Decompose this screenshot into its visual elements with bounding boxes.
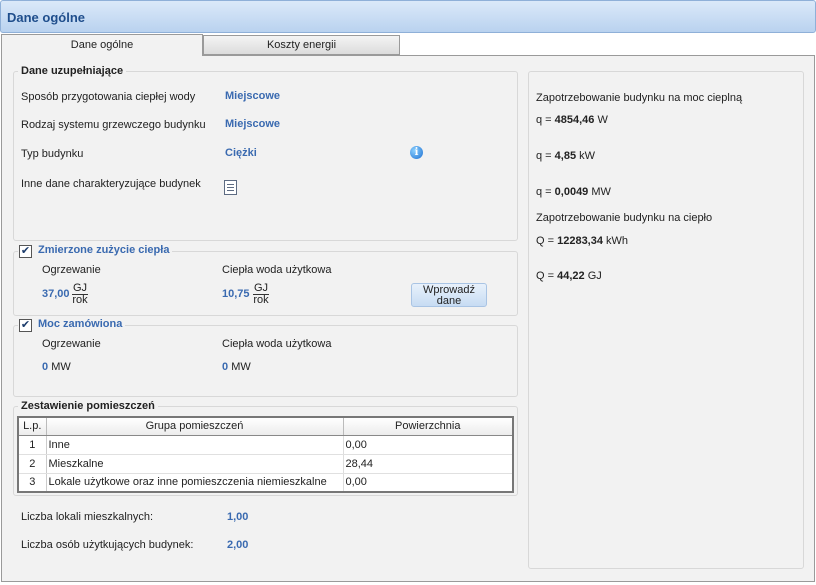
rooms-title: Zestawienie pomieszczeń	[18, 400, 158, 412]
row-lp: 1	[18, 435, 47, 455]
q-megawatts-value: 0,0049	[554, 186, 589, 198]
heating-system-label: Rodzaj systemu grzewczego budynku	[21, 119, 206, 131]
ordered-heating-label: Ogrzewanie	[42, 338, 101, 350]
measured-hot-water-label: Ciepła woda użytkowa	[222, 264, 332, 276]
window-title: Dane ogólne	[7, 10, 86, 25]
row-area: 0,00	[343, 473, 513, 493]
row-group: Lokale użytkowe oraz inne pomieszczenia …	[46, 473, 344, 493]
table-row[interactable]: 2 Mieszkalne 28,44	[18, 454, 513, 474]
dwellings-label: Liczba lokali mieszkalnych:	[21, 511, 154, 523]
Q-gj-value: 44,22	[557, 270, 585, 282]
measured-hot-water-unit: GJ rok	[253, 282, 270, 306]
q-megawatts-row: q = 0,0049 MW	[536, 186, 611, 198]
measured-checkbox[interactable]: ✔	[19, 245, 32, 258]
ordered-power-panel	[13, 325, 518, 397]
enter-data-button[interactable]: Wprowadź dane	[411, 283, 487, 307]
table-row[interactable]: 1 Inne 0,00	[18, 435, 513, 455]
q-watts-value: 4854,46	[554, 114, 595, 126]
row-group: Mieszkalne	[46, 454, 344, 474]
row-area: 0,00	[343, 435, 513, 455]
measured-title: Zmierzone zużycie ciepła	[38, 244, 170, 256]
persons-label: Liczba osób użytkujących budynek:	[21, 539, 194, 551]
row-group: Inne	[46, 435, 344, 455]
table-row[interactable]: 3 Lokale użytkowe oraz inne pomieszczeni…	[18, 473, 513, 493]
persons-value[interactable]: 2,00	[227, 539, 248, 551]
hot-water-prep-label: Sposób przygotowania ciepłej wody	[21, 91, 196, 103]
measured-heating-label: Ogrzewanie	[42, 264, 101, 276]
measured-title-wrap: Zmierzone zużycie ciepła	[18, 244, 173, 256]
info-icon[interactable]: i	[410, 146, 423, 159]
column-header-group[interactable]: Grupa pomieszczeń	[45, 416, 344, 436]
q-kilowatts-value: 4,85	[554, 150, 577, 162]
window-title-bar: Dane ogólne	[0, 0, 816, 33]
ordered-heating-unit: MW	[51, 361, 71, 373]
column-header-area[interactable]: Powierzchnia	[342, 416, 514, 436]
heat-demand-title: Zapotrzebowanie budynku na ciepło	[536, 212, 713, 224]
Q-gj-row: Q = 44,22 GJ	[536, 270, 602, 282]
q-watts-row: q = 4854,46 W	[536, 114, 608, 126]
tab-dane-ogolne[interactable]: Dane ogólne	[1, 34, 203, 56]
hot-water-prep-value[interactable]: Miejscowe	[225, 90, 280, 102]
row-lp: 2	[18, 454, 47, 474]
ordered-power-checkbox[interactable]: ✔	[19, 319, 32, 332]
rooms-table: L.p. Grupa pomieszczeń Powierzchnia 1 In…	[17, 416, 514, 493]
building-type-value[interactable]: Ciężki	[225, 147, 257, 159]
power-demand-title: Zapotrzebowanie budynku na moc cieplną	[536, 92, 743, 104]
q-kilowatts-row: q = 4,85 kW	[536, 150, 596, 162]
ordered-heating-value[interactable]: 0	[42, 361, 48, 373]
row-area: 28,44	[343, 454, 513, 474]
ordered-hot-water-row: 0 MW	[222, 361, 251, 373]
measured-heating-unit: GJ rok	[72, 282, 89, 306]
ordered-hot-water-label: Ciepła woda użytkowa	[222, 338, 332, 350]
ordered-heating-row: 0 MW	[42, 361, 71, 373]
column-header-lp[interactable]: L.p.	[17, 416, 47, 436]
Q-kwh-value: 12283,34	[557, 235, 603, 247]
measured-heating-value[interactable]: 37,00	[42, 288, 70, 300]
measured-hot-water-value[interactable]: 10,75	[222, 288, 250, 300]
row-lp: 3	[18, 473, 47, 493]
ordered-hot-water-value[interactable]: 0	[222, 361, 228, 373]
ordered-power-title: Moc zamówiona	[38, 318, 123, 330]
Q-kwh-row: Q = 12283,34 kWh	[536, 235, 629, 247]
other-data-label: Inne dane charakteryzujące budynek	[21, 178, 201, 190]
supplementary-title: Dane uzupełniające	[18, 65, 127, 77]
ordered-hot-water-unit: MW	[231, 361, 251, 373]
demand-panel	[528, 71, 804, 569]
ordered-power-title-wrap: Moc zamówiona	[18, 318, 126, 330]
building-type-label: Typ budynku	[21, 148, 84, 160]
document-icon[interactable]	[224, 180, 237, 195]
tab-koszty-energii[interactable]: Koszty energii	[203, 35, 400, 55]
heating-system-value[interactable]: Miejscowe	[225, 118, 280, 130]
dwellings-value[interactable]: 1,00	[227, 511, 248, 523]
